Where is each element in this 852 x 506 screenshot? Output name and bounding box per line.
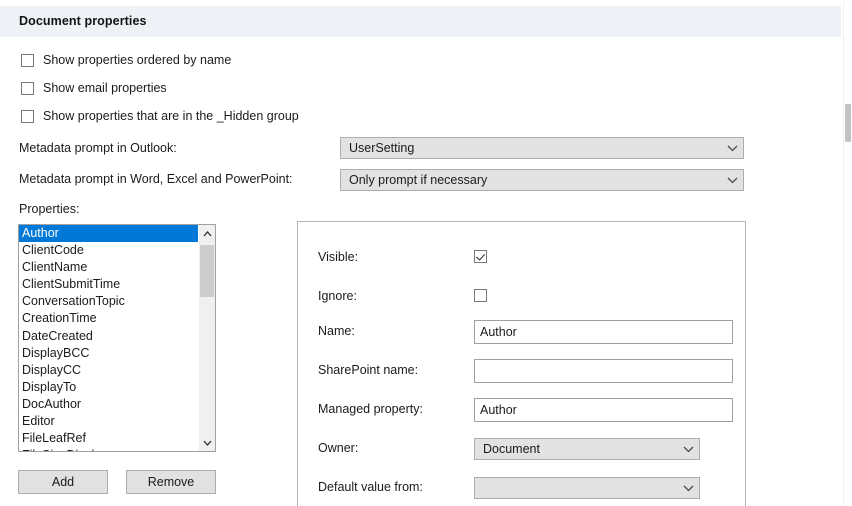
checkbox-row-show-properties-ordered-by-name[interactable]: Show properties ordered by name [21, 53, 231, 67]
list-item[interactable]: Author [19, 225, 198, 243]
field-row-visible: Visible: [298, 246, 745, 270]
page-scrollbar[interactable] [843, 0, 852, 506]
field-row-ignore: Ignore: [298, 285, 745, 309]
field-row-managed-property: Managed property: Author [298, 398, 745, 422]
label-metadata-prompt-outlook: Metadata prompt in Outlook: [19, 141, 177, 155]
label-metadata-prompt-office: Metadata prompt in Word, Excel and Power… [19, 172, 293, 186]
checkbox-row-show-email-properties[interactable]: Show email properties [21, 81, 167, 95]
page-scroll-thumb[interactable] [845, 104, 851, 142]
list-item[interactable]: ClientName [19, 259, 198, 276]
field-row-owner: Owner: Document [298, 437, 745, 461]
dropdown-value: Only prompt if necessary [349, 173, 488, 187]
dropdown-metadata-prompt-office[interactable]: Only prompt if necessary [340, 169, 744, 191]
field-row-sharepoint-name: SharePoint name: [298, 359, 745, 383]
checkbox-show-email-properties[interactable] [21, 81, 34, 95]
list-item[interactable]: DateCreated [19, 328, 198, 345]
checkbox-label: Show email properties [43, 81, 167, 95]
checkbox-show-hidden-group-properties[interactable] [21, 109, 34, 123]
list-item[interactable]: DisplayTo [19, 379, 198, 396]
chevron-down-icon [677, 485, 699, 492]
page-title: Document properties [19, 14, 147, 28]
list-item[interactable]: FileSizeDisplay [19, 447, 198, 451]
dropdown-metadata-prompt-outlook[interactable]: UserSetting [340, 137, 744, 159]
input-name[interactable]: Author [474, 320, 733, 344]
checkbox-visible[interactable] [474, 250, 487, 263]
list-item[interactable]: DocAuthor [19, 396, 198, 413]
input-managed-property[interactable]: Author [474, 398, 733, 422]
label-visible: Visible: [318, 250, 359, 264]
listbox-scrollbar[interactable] [198, 225, 215, 451]
chevron-down-icon [677, 446, 699, 453]
checkbox-ignore[interactable] [474, 289, 487, 302]
checkbox-row-show-hidden-group-properties[interactable]: Show properties that are in the _Hidden … [21, 109, 299, 123]
list-item[interactable]: CreationTime [19, 310, 198, 327]
label-name: Name: [318, 324, 355, 338]
list-item[interactable]: FileLeafRef [19, 430, 198, 447]
label-sharepoint-name: SharePoint name: [318, 363, 419, 377]
list-item[interactable]: ClientSubmitTime [19, 276, 198, 293]
list-item[interactable]: DisplayBCC [19, 345, 198, 362]
list-item[interactable]: ConversationTopic [19, 293, 198, 310]
label-owner: Owner: [318, 441, 359, 455]
listbox-scroll-thumb[interactable] [200, 245, 214, 297]
checkbox-label: Show properties that are in the _Hidden … [43, 109, 299, 123]
scroll-up-arrow-icon[interactable] [199, 225, 215, 242]
dropdown-default-value-from[interactable] [474, 477, 700, 499]
chevron-down-icon [721, 145, 743, 152]
dropdown-owner[interactable]: Document [474, 438, 700, 460]
chevron-down-icon [721, 177, 743, 184]
checkbox-label: Show properties ordered by name [43, 53, 232, 67]
scroll-down-arrow-icon[interactable] [199, 434, 215, 451]
dropdown-value: UserSetting [349, 141, 415, 155]
property-detail-panel: Visible: Ignore: Name: Author SharePoint… [297, 221, 746, 506]
label-properties: Properties: [19, 202, 80, 216]
section-header-band: Document properties [0, 6, 841, 37]
label-ignore: Ignore: [318, 289, 357, 303]
label-managed-property: Managed property: [318, 402, 423, 416]
dropdown-value: Document [483, 442, 540, 456]
field-row-default-value-from: Default value from: [298, 476, 745, 500]
list-item[interactable]: ClientCode [19, 242, 198, 259]
properties-listbox[interactable]: Author ClientCode ClientName ClientSubmitTi… [18, 224, 216, 452]
checkbox-show-properties-ordered-by-name[interactable] [21, 53, 34, 67]
list-item[interactable]: DisplayCC [19, 362, 198, 379]
list-item[interactable]: Editor [19, 413, 198, 430]
field-row-name: Name: Author [298, 320, 745, 344]
label-default-value-from: Default value from: [318, 480, 423, 494]
remove-button[interactable]: Remove [126, 470, 216, 494]
input-sharepoint-name[interactable] [474, 359, 733, 383]
properties-list-items[interactable]: Author ClientCode ClientName ClientSubmitTi… [19, 225, 198, 451]
add-button[interactable]: Add [18, 470, 108, 494]
